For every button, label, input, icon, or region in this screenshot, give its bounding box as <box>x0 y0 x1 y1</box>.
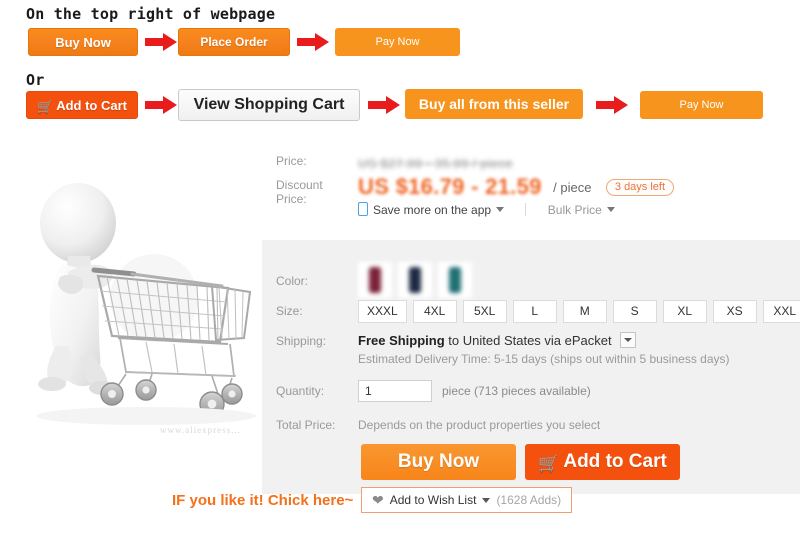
total-price-label: Total Price: <box>276 418 348 432</box>
days-left-badge: 3 days left <box>606 179 674 196</box>
mobile-phone-icon <box>358 202 368 216</box>
color-label: Color: <box>276 274 348 288</box>
wishlist-hint-text: IF you like it! Chick here~ <box>172 492 353 509</box>
flow-view-shopping-cart-button[interactable]: View Shopping Cart <box>178 89 360 121</box>
quantity-label: Quantity: <box>276 384 348 398</box>
wishlist-count: (1628 Adds) <box>496 493 561 507</box>
price-row: Price: US $27.99 - 35.99 / piece <box>262 154 800 172</box>
color-swatch-maroon[interactable] <box>358 262 392 298</box>
quantity-availability-text: piece (713 pieces available) <box>442 384 591 398</box>
total-price-note: Depends on the product properties you se… <box>358 418 600 432</box>
add-to-wish-list-button[interactable]: ❤ Add to Wish List (1628 Adds) <box>361 487 572 513</box>
total-price-row: Total Price: Depends on the product prop… <box>262 418 800 438</box>
discount-price-value: US $16.79 - 21.59 <box>358 174 542 200</box>
size-option-s[interactable]: S <box>613 300 657 323</box>
size-option-5xl[interactable]: 5XL <box>463 300 507 323</box>
chevron-down-icon <box>496 207 504 212</box>
product-options-panel: Color: Size: XXXL 4XL 5XL L M S XL XS XX… <box>262 240 800 494</box>
flow-buy-all-from-seller-button[interactable]: Buy all from this seller <box>405 89 583 119</box>
flow-buy-now-button[interactable]: Buy Now <box>28 28 138 56</box>
price-extras-row: Save more on the app Bulk Price <box>358 202 615 217</box>
flow-view-shopping-cart-label: View Shopping Cart <box>194 96 345 114</box>
image-watermark: www.aliexpress... <box>160 425 241 435</box>
size-row: Size: XXXL 4XL 5XL L M S XL XS XXL <box>262 300 800 330</box>
color-swatch-teal[interactable] <box>438 262 472 298</box>
arrow-right-icon <box>366 94 404 116</box>
flow-add-to-cart-label: Add to Cart <box>56 98 127 113</box>
quantity-input[interactable] <box>358 380 432 402</box>
buy-now-button[interactable]: Buy Now <box>361 444 516 480</box>
price-label: Price: <box>276 154 348 168</box>
size-option-list: XXXL 4XL 5XL L M S XL XS XXL <box>358 300 800 323</box>
divider <box>525 203 526 216</box>
quantity-row: Quantity: piece (713 pieces available) <box>262 380 800 410</box>
save-on-app-link[interactable]: Save more on the app <box>358 203 507 217</box>
shipping-destination-text: to United States via ePacket <box>448 333 611 348</box>
flow-place-order-label: Place Order <box>200 35 267 49</box>
shopping-cart-icon: 🛒 <box>37 100 53 113</box>
free-shipping-text: Free Shipping <box>358 333 445 348</box>
flow-buy-now-label: Buy Now <box>55 35 111 50</box>
size-option-4xl[interactable]: 4XL <box>413 300 457 323</box>
arrow-right-icon <box>594 94 632 116</box>
price-unit: / piece <box>553 180 591 195</box>
flow-buy-all-label: Buy all from this seller <box>419 96 569 112</box>
size-option-xs[interactable]: XS <box>713 300 757 323</box>
chevron-down-icon <box>607 207 615 212</box>
add-to-cart-button[interactable]: 🛒 Add to Cart <box>525 444 680 480</box>
flow-row-top-right: Buy Now Place Order Pay Now <box>0 28 800 58</box>
flow-add-to-cart-button[interactable]: 🛒 Add to Cart <box>26 91 138 119</box>
bulk-price-label: Bulk Price <box>548 203 602 217</box>
flow-pay-now-button[interactable]: Pay Now <box>335 28 460 56</box>
arrow-right-icon <box>295 31 333 53</box>
save-on-app-label: Save more on the app <box>373 203 491 217</box>
color-swatch-list <box>358 262 472 298</box>
shipping-method-dropdown[interactable] <box>620 332 636 348</box>
size-option-l[interactable]: L <box>513 300 557 323</box>
price-block: Price: US $27.99 - 35.99 / piece Discoun… <box>262 150 800 238</box>
size-option-xl[interactable]: XL <box>663 300 707 323</box>
chevron-down-icon <box>482 498 490 503</box>
instruction-heading-top: On the top right of webpage <box>26 5 275 23</box>
discount-price-label-line2: Price: <box>276 192 348 206</box>
flow-row-cart: 🛒 Add to Cart View Shopping Cart Buy all… <box>0 91 800 121</box>
color-row: Color: <box>262 262 800 302</box>
flow-pay-now-label: Pay Now <box>375 36 419 48</box>
flow-pay-now-label-2: Pay Now <box>679 99 723 111</box>
shipping-label: Shipping: <box>276 334 348 348</box>
color-swatch-navy[interactable] <box>398 262 432 298</box>
discount-price-label-line1: Discount <box>276 178 348 192</box>
flow-pay-now-button-2[interactable]: Pay Now <box>640 91 763 119</box>
heart-icon: ❤ <box>372 493 384 507</box>
product-image <box>6 146 262 442</box>
size-option-m[interactable]: M <box>563 300 607 323</box>
add-to-wish-list-label: Add to Wish List <box>390 493 477 507</box>
shopping-cart-icon: 🛒 <box>538 455 559 472</box>
size-label: Size: <box>276 304 348 318</box>
flow-place-order-button[interactable]: Place Order <box>178 28 290 56</box>
buy-now-label: Buy Now <box>398 451 479 473</box>
original-price-value: US $27.99 - 35.99 / piece <box>358 156 513 171</box>
discount-price-row: Discount Price: US $16.79 - 21.59 / piec… <box>262 176 800 222</box>
add-to-cart-label: Add to Cart <box>563 451 666 473</box>
arrow-right-icon <box>143 31 181 53</box>
bulk-price-link[interactable]: Bulk Price <box>548 203 615 217</box>
shipping-eta-text: Estimated Delivery Time: 5-15 days (ship… <box>358 352 730 366</box>
size-option-xxxl[interactable]: XXXL <box>358 300 407 323</box>
shipping-row: Shipping: Free Shipping to United States… <box>262 332 800 374</box>
arrow-right-icon <box>143 94 181 116</box>
size-option-xxl[interactable]: XXL <box>763 300 800 323</box>
instruction-heading-or: Or <box>26 71 44 89</box>
